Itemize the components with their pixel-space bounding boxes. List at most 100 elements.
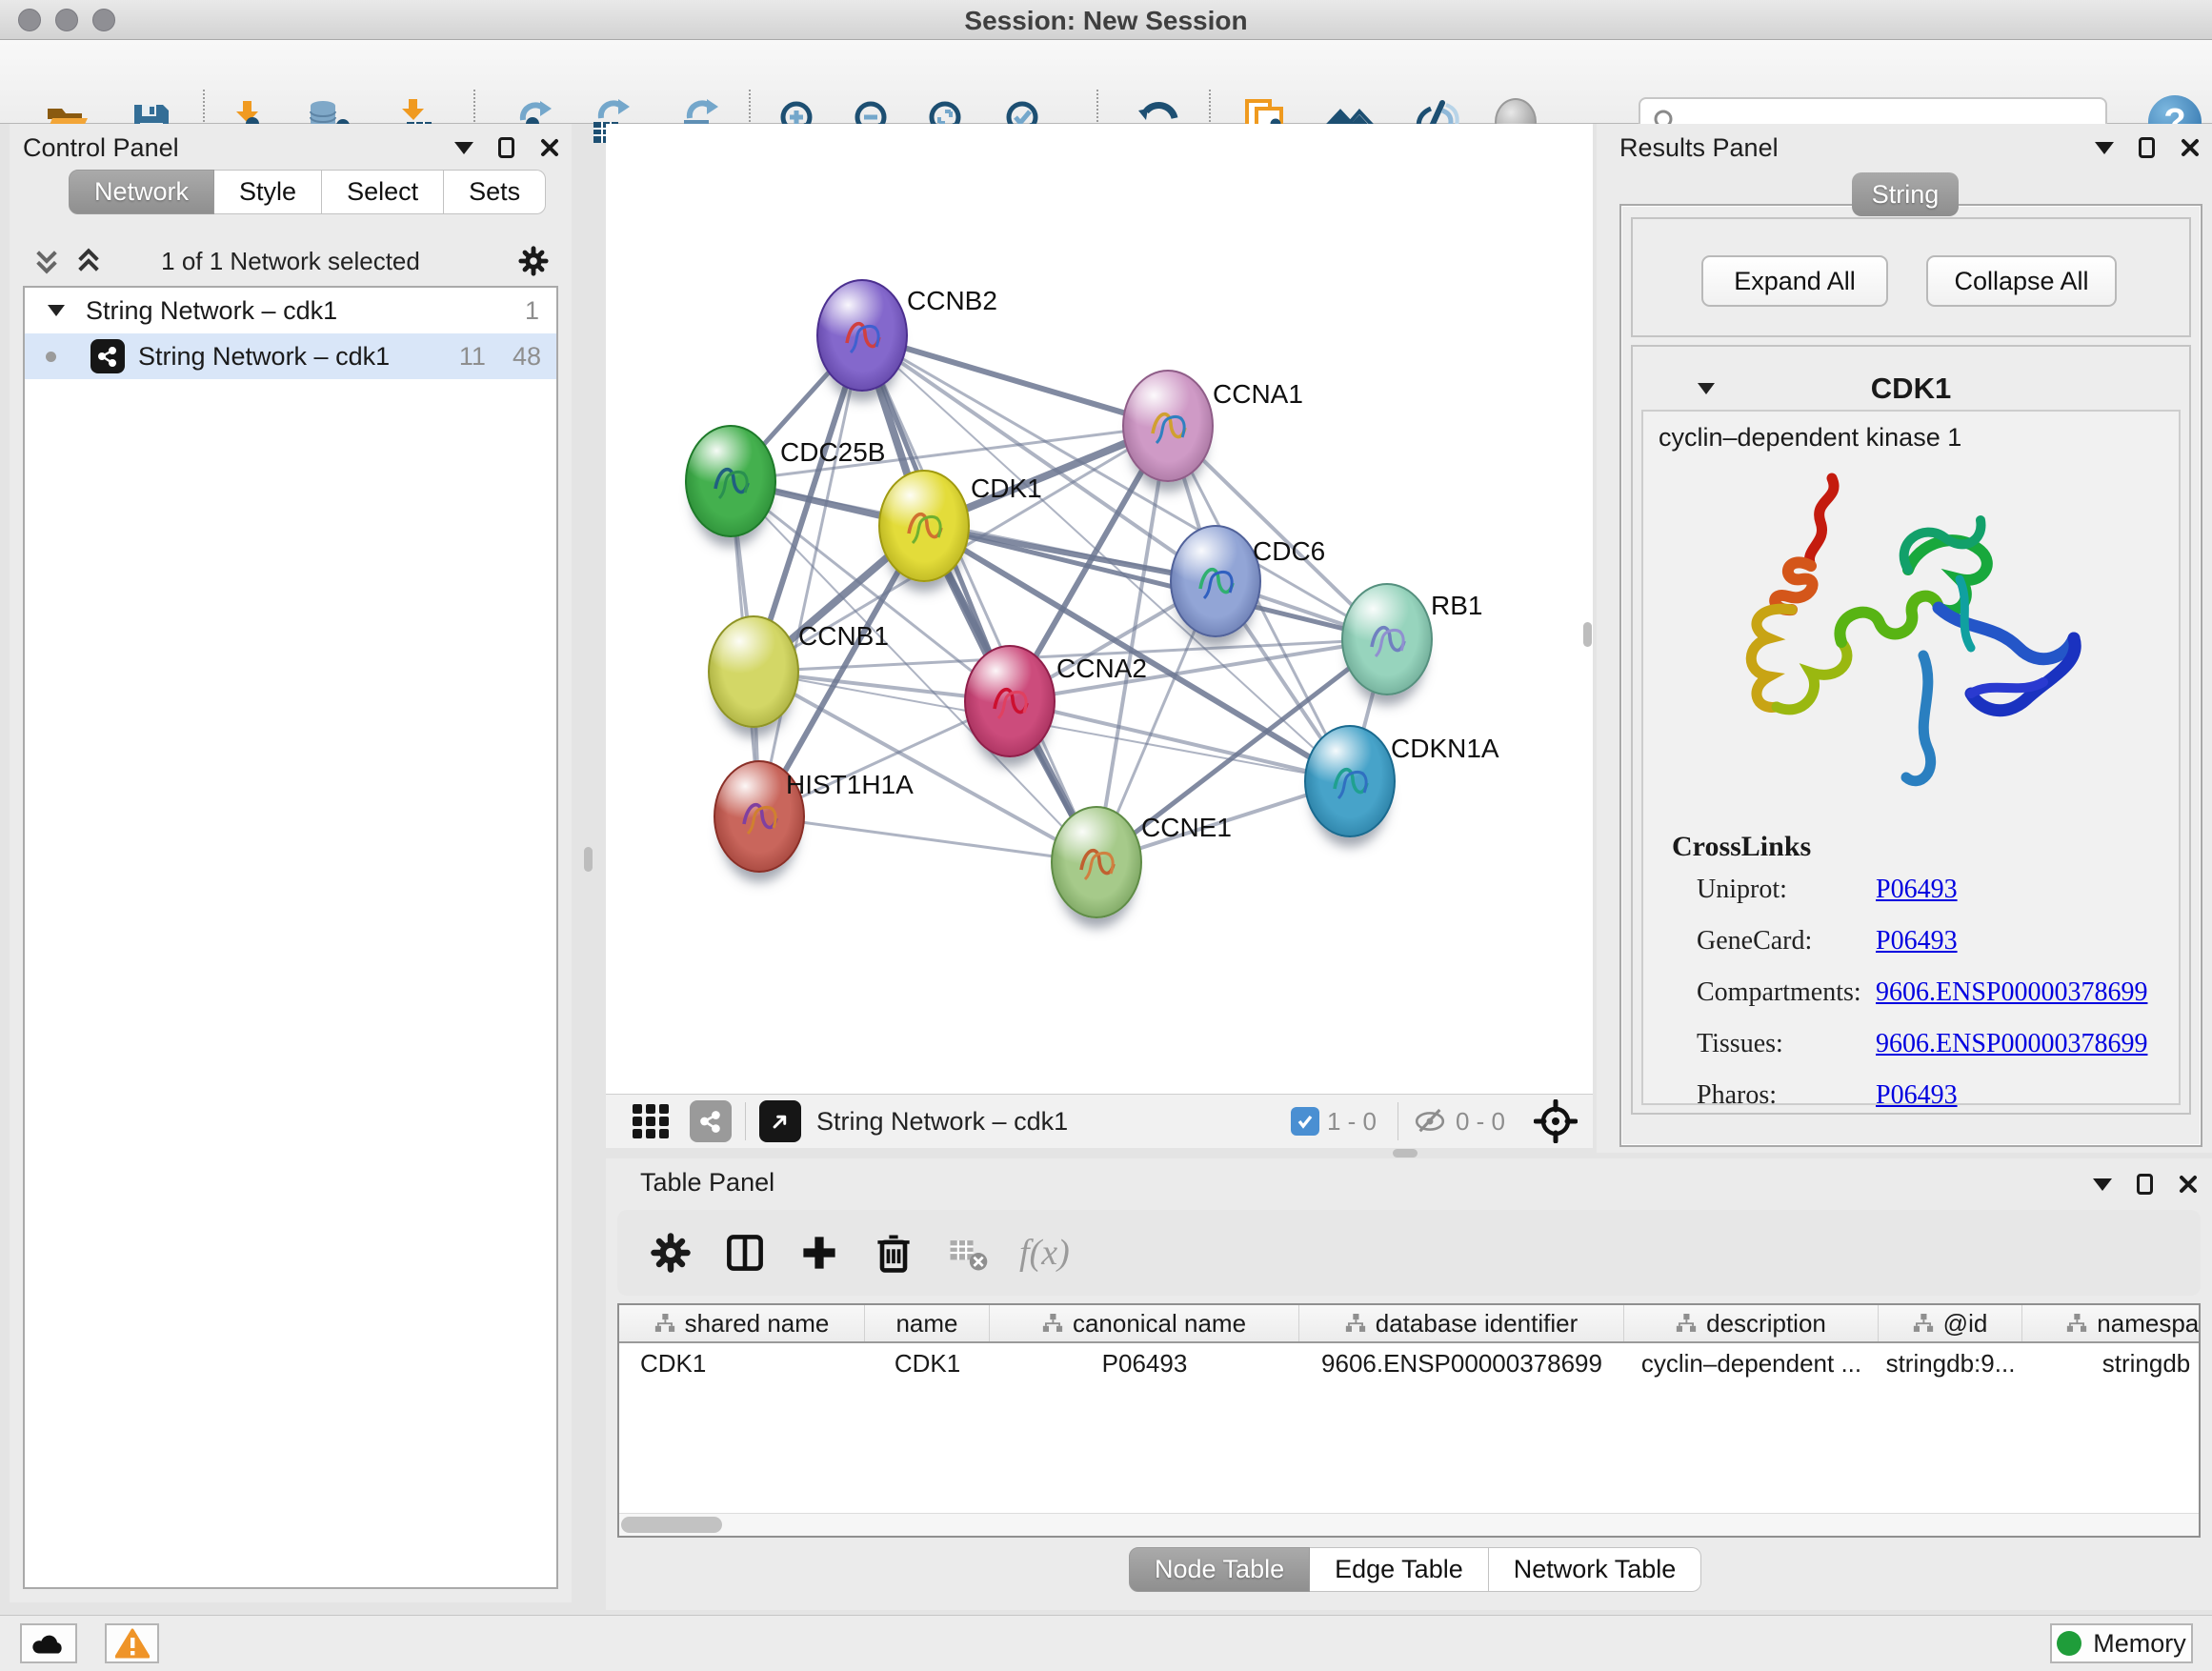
- scrollbar-thumb[interactable]: [621, 1517, 722, 1533]
- column-type-icon: [1042, 1314, 1063, 1333]
- panel-menu-icon[interactable]: [2095, 142, 2114, 154]
- protein-ribbon-icon: [1187, 547, 1244, 615]
- table-cell[interactable]: cyclin–dependent ...: [1624, 1349, 1879, 1379]
- table-tabs: Node TableEdge TableNetwork Table: [1129, 1547, 1701, 1592]
- network-edge[interactable]: [862, 335, 1168, 426]
- table-row[interactable]: CDK1CDK1P064939606.ENSP00000378699cyclin…: [619, 1343, 2199, 1383]
- panel-menu-icon[interactable]: [454, 142, 473, 154]
- network-edge[interactable]: [759, 335, 862, 816]
- warnings-button[interactable]: [105, 1623, 159, 1663]
- crosslink-link[interactable]: P06493: [1876, 875, 1958, 905]
- table-cell[interactable]: CDK1: [865, 1349, 990, 1379]
- network-node-rb1[interactable]: [1341, 583, 1433, 695]
- add-column-icon[interactable]: [796, 1230, 842, 1276]
- node-label-ccna2: CCNA2: [1056, 654, 1147, 684]
- function-builder-icon: f(x): [1019, 1232, 1070, 1274]
- control-panel-title: Control Panel: [23, 133, 179, 163]
- network-edge[interactable]: [1010, 701, 1350, 781]
- splitter-handle[interactable]: [1583, 622, 1592, 647]
- network-node-cdc6[interactable]: [1170, 525, 1261, 637]
- tab-style[interactable]: Style: [214, 170, 322, 214]
- crosshair-icon[interactable]: [1534, 1099, 1578, 1143]
- crosslink-label: Pharos:: [1697, 1080, 1777, 1111]
- horizontal-scrollbar[interactable]: [619, 1513, 2199, 1536]
- tab-network-table[interactable]: Network Table: [1489, 1547, 1702, 1592]
- tab-string[interactable]: String: [1852, 172, 1959, 216]
- column-header-namespace[interactable]: namespace: [2022, 1305, 2201, 1341]
- network-node-ccne1[interactable]: [1051, 806, 1142, 918]
- panel-close-icon[interactable]: [2180, 137, 2201, 158]
- cloud-button[interactable]: [20, 1623, 77, 1663]
- protein-ribbon-icon: [895, 492, 953, 560]
- network-node-cdc25b[interactable]: [685, 425, 776, 537]
- collection-expand-icon[interactable]: [48, 305, 65, 316]
- crosslink-link[interactable]: P06493: [1876, 1080, 1958, 1111]
- network-share-icon[interactable]: [690, 1100, 732, 1142]
- string-results-box: Expand All Collapse All CDK1 cyclin–depe…: [1619, 204, 2202, 1147]
- table-cell[interactable]: CDK1: [619, 1349, 865, 1379]
- column-header-canonical-name[interactable]: canonical name: [990, 1305, 1299, 1341]
- view-dot-icon: [46, 352, 56, 362]
- column-type-icon: [2066, 1314, 2087, 1333]
- node-label-ccnb2: CCNB2: [907, 286, 997, 316]
- network-row[interactable]: String Network – cdk1 11 48: [25, 333, 556, 379]
- column-header-description[interactable]: description: [1624, 1305, 1879, 1341]
- edge-count: 48: [513, 342, 541, 372]
- column-header-name[interactable]: name: [865, 1305, 990, 1341]
- table-cell[interactable]: 9606.ENSP00000378699: [1299, 1349, 1624, 1379]
- splitter-handle[interactable]: [584, 847, 593, 872]
- delete-trash-icon[interactable]: [871, 1230, 916, 1276]
- node-label-cdc25b: CDC25B: [780, 437, 885, 468]
- tab-network[interactable]: Network: [69, 170, 214, 214]
- crosslink-link[interactable]: P06493: [1876, 926, 1958, 956]
- table-cell[interactable]: stringdb: [2022, 1349, 2201, 1379]
- protein-description: cyclin–dependent kinase 1: [1659, 423, 1961, 453]
- network-canvas[interactable]: CCNB2CCNA1CDC25BCDK1CDC6RB1CCNB1CCNA2CDK…: [606, 124, 1593, 1094]
- tab-node-table[interactable]: Node Table: [1129, 1547, 1310, 1592]
- network-node-cdkn1a[interactable]: [1304, 725, 1396, 837]
- panel-float-icon[interactable]: [498, 137, 514, 158]
- panel-close-icon[interactable]: [2178, 1174, 2199, 1195]
- table-panel-title: Table Panel: [640, 1168, 774, 1198]
- column-type-icon: [1913, 1314, 1934, 1333]
- node-count: 11: [459, 342, 486, 372]
- collapse-all-button[interactable]: Collapse All: [1926, 255, 2117, 307]
- column-label: namespace: [2097, 1309, 2201, 1339]
- tab-select[interactable]: Select: [322, 170, 444, 214]
- network-edge[interactable]: [759, 816, 1096, 862]
- statusbar: Memory: [0, 1615, 2212, 1671]
- network-node-ccna2[interactable]: [964, 645, 1056, 757]
- table-settings-gear-icon[interactable]: [648, 1230, 694, 1276]
- table-cell[interactable]: stringdb:9...: [1879, 1349, 2022, 1379]
- crosslink-link[interactable]: 9606.ENSP00000378699: [1876, 1029, 2147, 1059]
- column-header--id[interactable]: @id: [1879, 1305, 2022, 1341]
- tab-edge-table[interactable]: Edge Table: [1310, 1547, 1489, 1592]
- panel-float-icon[interactable]: [2139, 137, 2155, 158]
- open-in-window-button[interactable]: [759, 1100, 801, 1142]
- show-columns-icon[interactable]: [722, 1230, 768, 1276]
- splitter-handle[interactable]: [1393, 1149, 1418, 1158]
- panel-float-icon[interactable]: [2137, 1174, 2153, 1195]
- network-node-ccna1[interactable]: [1122, 370, 1214, 482]
- network-collection-row[interactable]: String Network – cdk1 1: [25, 288, 556, 333]
- network-node-cdk1[interactable]: [878, 470, 970, 582]
- gear-icon[interactable]: [516, 244, 551, 278]
- selected-checkbox-icon[interactable]: [1291, 1107, 1319, 1136]
- node-label-cdk1: CDK1: [971, 473, 1042, 504]
- network-node-ccnb1[interactable]: [708, 615, 799, 728]
- tab-sets[interactable]: Sets: [444, 170, 546, 214]
- expand-all-button[interactable]: Expand All: [1701, 255, 1888, 307]
- protein-ribbon-icon: [981, 667, 1038, 735]
- table-panel: Table Panel f(x) shared namenamecanonica…: [606, 1158, 2212, 1610]
- column-header-database-identifier[interactable]: database identifier: [1299, 1305, 1624, 1341]
- memory-button[interactable]: Memory: [2050, 1623, 2193, 1663]
- window-title: Session: New Session: [0, 6, 2212, 36]
- crosslink-link[interactable]: 9606.ENSP00000378699: [1876, 977, 2147, 1008]
- birdseye-grid-icon[interactable]: [631, 1100, 673, 1142]
- network-node-ccnb2[interactable]: [816, 279, 908, 392]
- table-cell[interactable]: P06493: [990, 1349, 1299, 1379]
- network-view-toolbar: String Network – cdk1 1 - 0 0 - 0: [606, 1094, 1593, 1148]
- panel-menu-icon[interactable]: [2093, 1178, 2112, 1191]
- column-header-shared-name[interactable]: shared name: [619, 1305, 865, 1341]
- panel-close-icon[interactable]: [539, 137, 560, 158]
